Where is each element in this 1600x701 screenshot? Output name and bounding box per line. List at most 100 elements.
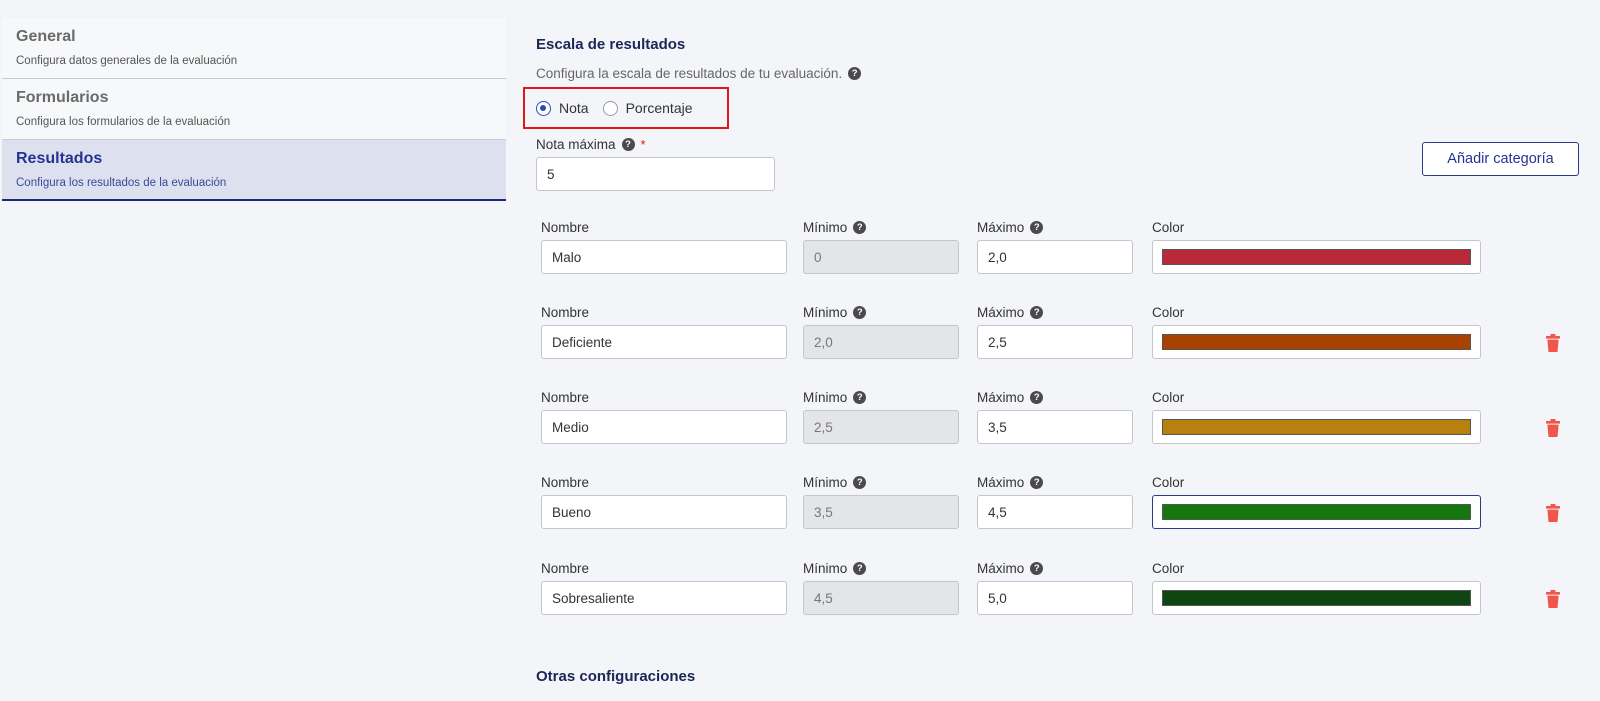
max-note-label: Nota máxima ? *: [536, 137, 646, 152]
help-icon[interactable]: ?: [853, 562, 867, 575]
name-label: Nombre: [541, 220, 589, 235]
delete-category-trash-icon[interactable]: [1545, 334, 1561, 352]
min-label-text: Mínimo: [803, 475, 848, 490]
color-swatch: [1162, 590, 1471, 606]
color-swatch: [1162, 249, 1471, 265]
help-icon[interactable]: ?: [1030, 306, 1044, 319]
max-label: Máximo?: [977, 475, 1044, 490]
radio-option-porcentaje[interactable]: Porcentaje: [602, 100, 693, 116]
sidebar-item-desc: Configura los formularios de la evaluaci…: [16, 116, 231, 128]
max-note-label-text: Nota máxima: [536, 137, 616, 152]
min-label: Mínimo?: [803, 561, 867, 576]
section-description-text: Configura la escala de resultados de tu …: [536, 66, 843, 81]
help-icon[interactable]: ?: [621, 138, 635, 151]
help-icon[interactable]: ?: [848, 67, 862, 80]
category-max-input[interactable]: 5,0: [977, 581, 1133, 615]
required-mark: *: [640, 137, 646, 152]
sidebar-item-general[interactable]: General Configura datos generales de la …: [2, 18, 506, 79]
category-min-input: 4,5: [803, 581, 959, 615]
category-name-input[interactable]: Medio: [541, 410, 787, 444]
max-label: Máximo?: [977, 220, 1044, 235]
color-swatch: [1162, 419, 1471, 435]
category-name-input[interactable]: Sobresaliente: [541, 581, 787, 615]
max-label: Máximo?: [977, 305, 1044, 320]
sidebar-item-resultados[interactable]: Resultados Configura los resultados de l…: [2, 140, 506, 201]
max-label: Máximo?: [977, 561, 1044, 576]
color-swatch: [1162, 504, 1471, 520]
sidebar-item-formularios[interactable]: Formularios Configura los formularios de…: [2, 79, 506, 140]
name-label: Nombre: [541, 305, 589, 320]
help-icon[interactable]: ?: [853, 221, 867, 234]
radio-label-porcentaje: Porcentaje: [625, 100, 693, 116]
help-icon[interactable]: ?: [1030, 221, 1044, 234]
name-label: Nombre: [541, 390, 589, 405]
name-label: Nombre: [541, 475, 589, 490]
name-label-text: Nombre: [541, 305, 590, 320]
radio-button-porcentaje[interactable]: [602, 100, 618, 116]
scale-type-radio-group: Nota Porcentaje: [536, 100, 693, 116]
category-min-input: 3,5: [803, 495, 959, 529]
category-max-input[interactable]: 4,5: [977, 495, 1133, 529]
name-label-text: Nombre: [541, 220, 590, 235]
help-icon[interactable]: ?: [1030, 476, 1044, 489]
category-row: Nombre Mínimo? Máximo? Color Bueno 3,5 4…: [536, 475, 1586, 547]
max-label: Máximo?: [977, 390, 1044, 405]
help-icon[interactable]: ?: [853, 476, 867, 489]
max-label-text: Máximo: [977, 305, 1025, 320]
delete-category-trash-icon[interactable]: [1545, 590, 1561, 608]
color-label-text: Color: [1152, 390, 1185, 405]
name-label-text: Nombre: [541, 561, 590, 576]
max-label-text: Máximo: [977, 561, 1025, 576]
category-name-input[interactable]: Malo: [541, 240, 787, 274]
category-max-input[interactable]: 2,0: [977, 240, 1133, 274]
help-icon[interactable]: ?: [1030, 562, 1044, 575]
color-label-text: Color: [1152, 220, 1185, 235]
color-label-text: Color: [1152, 475, 1185, 490]
category-min-input: 0: [803, 240, 959, 274]
min-label: Mínimo?: [803, 220, 867, 235]
category-max-input[interactable]: 3,5: [977, 410, 1133, 444]
help-icon[interactable]: ?: [1030, 391, 1044, 404]
category-max-input[interactable]: 2,5: [977, 325, 1133, 359]
radio-option-nota[interactable]: Nota: [536, 100, 589, 116]
color-label: Color: [1152, 561, 1184, 576]
name-label-text: Nombre: [541, 475, 590, 490]
min-label: Mínimo?: [803, 475, 867, 490]
delete-category-trash-icon[interactable]: [1545, 419, 1561, 437]
category-name-input[interactable]: Bueno: [541, 495, 787, 529]
color-label-text: Color: [1152, 305, 1185, 320]
sidebar-item-title: General: [16, 28, 76, 45]
radio-button-nota[interactable]: [536, 100, 551, 116]
add-category-button[interactable]: Añadir categoría: [1422, 142, 1579, 176]
color-label: Color: [1152, 475, 1184, 490]
min-label: Mínimo?: [803, 390, 867, 405]
color-swatch: [1162, 334, 1471, 350]
help-icon[interactable]: ?: [853, 391, 867, 404]
radio-label-nota: Nota: [559, 100, 589, 116]
color-label-text: Color: [1152, 561, 1185, 576]
category-color-picker[interactable]: [1152, 325, 1481, 359]
min-label-text: Mínimo: [803, 220, 848, 235]
max-label-text: Máximo: [977, 220, 1025, 235]
sidebar-item-desc: Configura datos generales de la evaluaci…: [16, 55, 238, 67]
category-color-picker[interactable]: [1152, 495, 1481, 529]
sidebar-item-desc: Configura los resultados de la evaluació…: [16, 177, 227, 189]
category-color-picker[interactable]: [1152, 581, 1481, 615]
category-row: Nombre Mínimo? Máximo? Color Deficiente …: [536, 305, 1586, 377]
category-name-input[interactable]: Deficiente: [541, 325, 787, 359]
category-color-picker[interactable]: [1152, 240, 1481, 274]
category-color-picker[interactable]: [1152, 410, 1481, 444]
max-label-text: Máximo: [977, 390, 1025, 405]
min-label-text: Mínimo: [803, 305, 848, 320]
max-label-text: Máximo: [977, 475, 1025, 490]
category-min-input: 2,5: [803, 410, 959, 444]
max-note-input[interactable]: 5: [536, 157, 775, 191]
min-label: Mínimo?: [803, 305, 867, 320]
color-label: Color: [1152, 390, 1184, 405]
color-label: Color: [1152, 305, 1184, 320]
help-icon[interactable]: ?: [853, 306, 867, 319]
delete-category-trash-icon[interactable]: [1545, 504, 1561, 522]
section-title: Escala de resultados: [536, 36, 686, 53]
section-description: Configura la escala de resultados de tu …: [536, 66, 862, 81]
name-label: Nombre: [541, 561, 589, 576]
